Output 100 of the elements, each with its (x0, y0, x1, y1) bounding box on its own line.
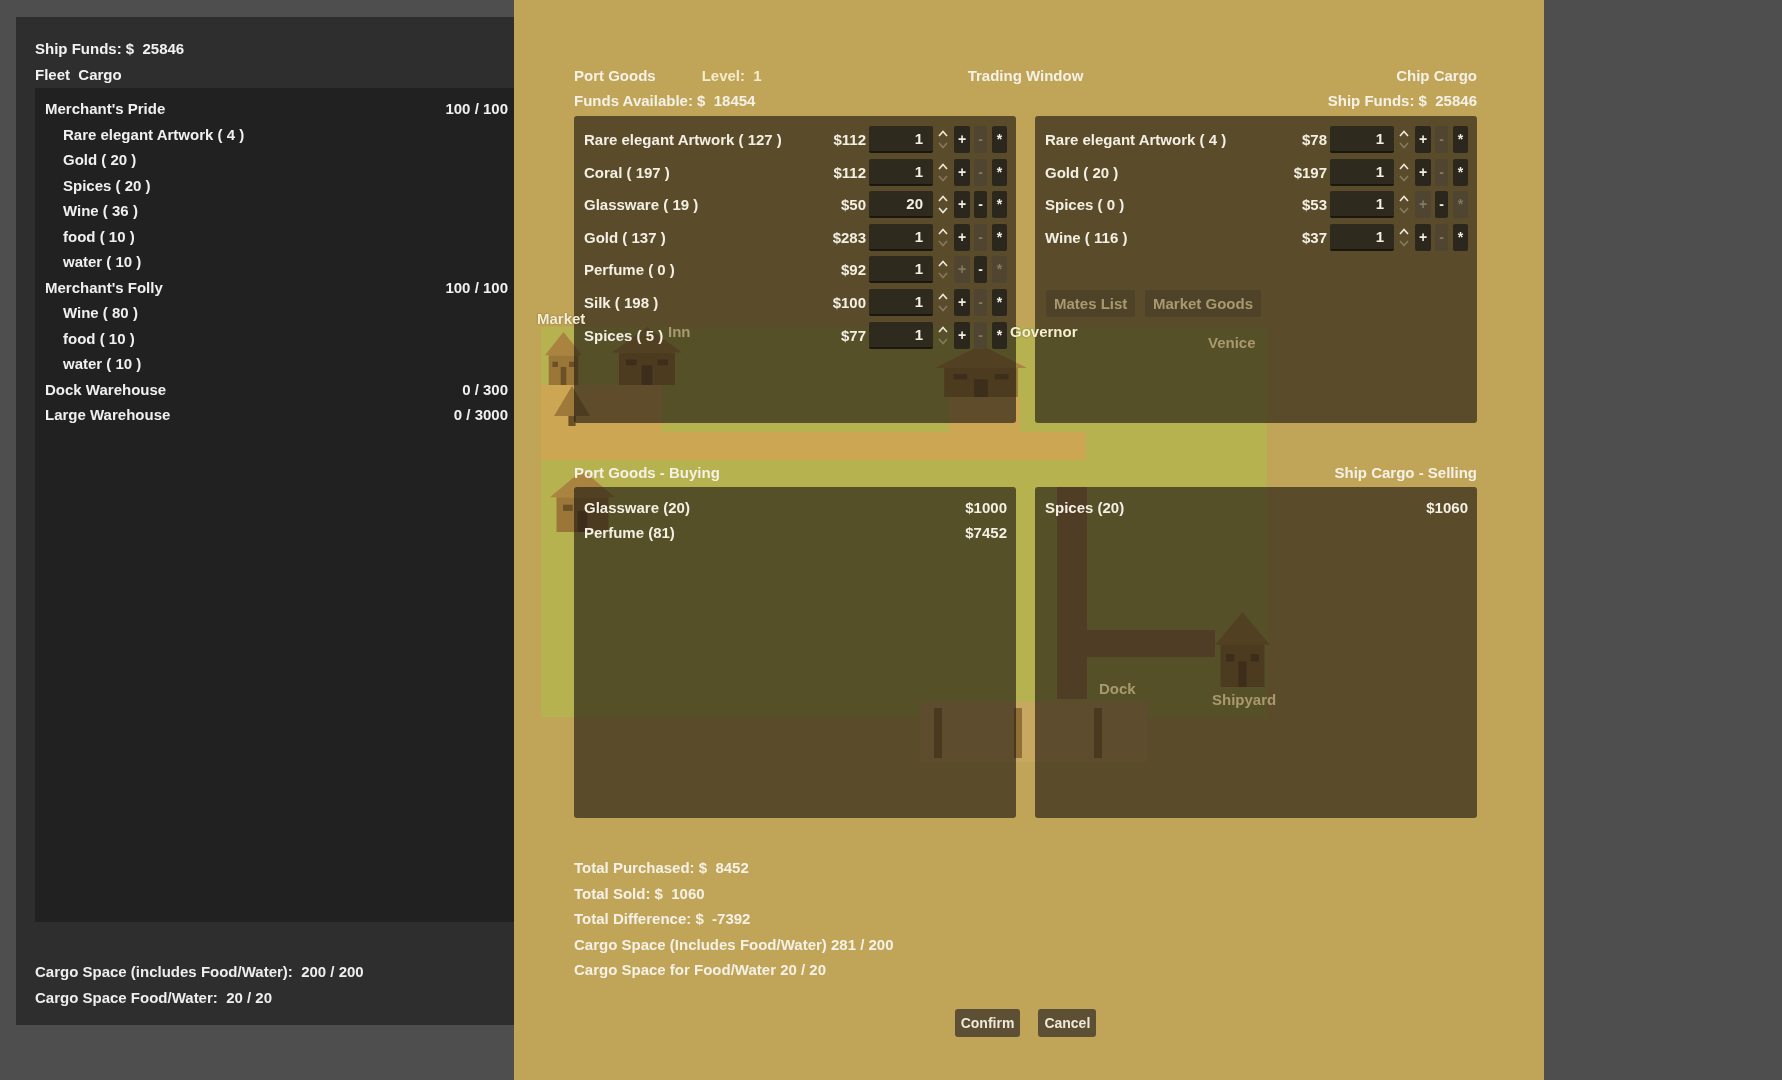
total-text: Total Difference: $ -7392 (574, 909, 751, 929)
asterisk-button[interactable]: * (1453, 223, 1468, 251)
asterisk-button[interactable]: * (992, 288, 1007, 316)
quantity-field[interactable]: 1 (1330, 191, 1394, 219)
asterisk-button[interactable]: * (992, 321, 1007, 349)
asterisk-button[interactable]: * (1453, 126, 1468, 153)
asterisk-button[interactable]: * (1453, 158, 1468, 186)
minus-button[interactable]: - (974, 256, 987, 284)
cargo-item: Wine ( 80 ) (63, 303, 138, 323)
fleet-item-name: Dock Warehouse (45, 379, 167, 400)
cargo-item: Spices ( 20 ) (63, 175, 151, 196)
goods-price: $100 (832, 293, 866, 311)
chevron-up-icon[interactable] (1399, 195, 1409, 203)
goods-name: Spices ( 0 ) (1045, 196, 1125, 214)
quantity-field[interactable]: 1 (1330, 158, 1394, 186)
cargo-item: Rare elegant Artwork ( 4 ) (63, 124, 245, 145)
total-text: Cargo Space (Includes Food/Water) 281 / 200 (574, 934, 894, 955)
goods-name: Silk ( 198 ) (584, 293, 659, 311)
buying-item: Glassware (20) (584, 497, 690, 518)
chevron-up-icon[interactable] (938, 292, 948, 300)
fleet-cargo-title: Fleet Cargo (35, 65, 122, 85)
asterisk-button[interactable]: * (992, 223, 1007, 251)
plus-button[interactable]: + (954, 321, 970, 349)
chevron-up-icon[interactable] (938, 130, 948, 137)
quantity-field[interactable]: 1 (869, 288, 933, 316)
total-text: Total Sold: $ 1060 (574, 883, 705, 904)
cargo-space-text: Cargo Space Food/Water: 20 / 20 (35, 987, 272, 1008)
buying-amount: $1000 (965, 497, 1007, 518)
quantity-field[interactable]: 1 (869, 126, 933, 153)
goods-price: $53 (1301, 196, 1327, 214)
goods-price: $283 (832, 228, 866, 246)
cancel-button[interactable]: Cancel (1038, 1008, 1097, 1037)
fleet-item-capacity: 0 / 3000 (453, 405, 508, 425)
goods-name: Wine ( 116 ) (1045, 228, 1128, 246)
funds-available-label: Funds Available: $ 18454 (574, 91, 756, 111)
selling-title: Ship Cargo - Selling (1334, 463, 1477, 483)
tree-icon (554, 386, 590, 426)
fleet-item-capacity: 100 / 100 (445, 277, 508, 298)
plus-button[interactable]: + (954, 191, 970, 219)
quantity-field[interactable]: 1 (869, 158, 933, 186)
plus-button[interactable]: + (1415, 158, 1431, 186)
port-goods-title: Port Goods (574, 66, 656, 86)
goods-name: Rare elegant Artwork ( 127 ) (584, 131, 782, 148)
chevron-up-icon[interactable] (1399, 227, 1409, 235)
quantity-field[interactable]: 20 (869, 191, 933, 219)
goods-name: Perfume ( 0 ) (584, 261, 675, 279)
quantity-field[interactable]: 1 (869, 256, 933, 284)
chevron-up-icon[interactable] (1399, 130, 1409, 137)
goods-price: $92 (840, 261, 866, 279)
cargo-item: Gold ( 20 ) (63, 150, 137, 170)
goods-price: $78 (1301, 131, 1327, 148)
map-place-label: Venice (1208, 333, 1256, 353)
quantity-field[interactable]: 1 (869, 321, 933, 349)
goods-name: Coral ( 197 ) (584, 163, 670, 181)
goods-name: Rare elegant Artwork ( 4 ) (1045, 131, 1227, 148)
asterisk-button[interactable]: * (992, 191, 1007, 219)
goods-price: $197 (1293, 163, 1327, 181)
cargo-space-text: Cargo Space (includes Food/Water): 200 / 200 (35, 962, 364, 982)
buying-amount: $7452 (965, 522, 1007, 543)
chevron-up-icon[interactable] (938, 195, 948, 203)
ship-funds-label: Ship Funds: $ 25846 (35, 39, 185, 59)
plus-button[interactable]: + (954, 126, 970, 153)
trading-window-title: Trading Window (967, 66, 1084, 86)
total-text: Total Purchased: $ 8452 (574, 858, 749, 878)
plus-button[interactable]: + (1415, 223, 1431, 251)
house-icon (1215, 612, 1270, 687)
cargo-item: food ( 10 ) (63, 226, 135, 247)
quantity-field[interactable]: 1 (1330, 223, 1394, 251)
confirm-button[interactable]: Confirm (954, 1008, 1021, 1037)
goods-name: Spices ( 5 ) (584, 326, 664, 344)
plus-button[interactable]: + (1415, 126, 1431, 153)
ship-cargo-title: Chip Cargo (1396, 66, 1477, 86)
plus-button[interactable]: + (954, 223, 970, 251)
map-place-label: Inn (668, 322, 691, 342)
port-level-label: Level: 1 (701, 66, 762, 86)
ship-funds-label: Ship Funds: $ 25846 (1327, 91, 1477, 111)
goods-price: $37 (1301, 228, 1327, 246)
quantity-field[interactable]: 1 (869, 223, 933, 251)
fleet-item-name: Large Warehouse (45, 405, 171, 425)
chevron-up-icon[interactable] (1399, 162, 1409, 170)
cargo-item: Wine ( 36 ) (63, 201, 138, 221)
minus-button[interactable]: - (1435, 191, 1448, 219)
chevron-up-icon[interactable] (938, 260, 948, 268)
buying-item: Perfume (81) (584, 522, 675, 543)
goods-price: $112 (833, 163, 866, 181)
chevron-up-icon[interactable] (938, 227, 948, 235)
cargo-item: water ( 10 ) (63, 252, 142, 272)
total-text: Cargo Space for Food/Water 20 / 20 (574, 960, 826, 980)
plus-button[interactable]: + (954, 288, 970, 316)
minus-button[interactable]: - (974, 191, 987, 219)
chevron-up-icon[interactable] (938, 162, 948, 170)
asterisk-button[interactable]: * (992, 158, 1007, 186)
fleet-item-capacity: 100 / 100 (445, 99, 508, 119)
goods-name: Gold ( 20 ) (1045, 163, 1119, 181)
asterisk-button[interactable]: * (992, 126, 1007, 153)
fleet-item-name: Merchant's Pride (45, 99, 166, 119)
quantity-field[interactable]: 1 (1330, 126, 1394, 153)
cargo-item: food ( 10 ) (63, 328, 135, 349)
plus-button[interactable]: + (954, 158, 970, 186)
chevron-up-icon[interactable] (938, 325, 948, 333)
